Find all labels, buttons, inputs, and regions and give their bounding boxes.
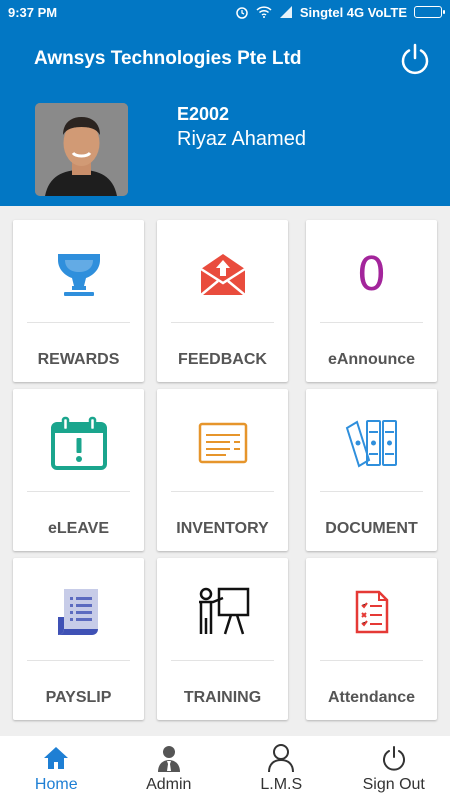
nav-label: Sign Out <box>362 776 425 793</box>
envelope-icon <box>199 254 246 296</box>
nav-lms[interactable]: L.M.S <box>225 736 338 800</box>
binders-icon <box>345 420 397 468</box>
tile-attendance[interactable]: Attendance <box>306 558 437 720</box>
profile-header: Awnsys Technologies Pte Ltd E2002 Riyaz … <box>0 24 450 206</box>
nav-admin[interactable]: Admin <box>113 736 226 800</box>
tile-payslip[interactable]: PAYSLIP <box>13 558 144 720</box>
tile-label: PAYSLIP <box>45 689 112 706</box>
tile-document[interactable]: DOCUMENT <box>306 389 437 551</box>
tile-label: FEEDBACK <box>178 351 267 368</box>
home-icon <box>44 747 69 769</box>
tile-label: REWARDS <box>37 351 120 368</box>
tile-inventory[interactable]: INVENTORY <box>157 389 288 551</box>
tile-divider <box>27 491 130 492</box>
tile-training[interactable]: TRAINING <box>157 558 288 720</box>
module-grid: REWARDS FEEDBACK 0 eAnnounce eLEAVE INVE… <box>0 206 450 736</box>
tile-label: TRAINING <box>183 689 262 706</box>
checklist-icon <box>355 590 388 634</box>
tile-label: eAnnounce <box>327 351 416 368</box>
status-time: 9:37 PM <box>8 4 58 20</box>
tile-feedback[interactable]: FEEDBACK <box>157 220 288 382</box>
avatar-image <box>35 103 128 196</box>
nav-label: Home <box>34 776 78 793</box>
tile-divider <box>320 491 423 492</box>
inventory-icon <box>198 422 247 464</box>
avatar <box>35 103 128 196</box>
tile-divider <box>27 322 130 323</box>
employee-id: E2002 <box>177 104 230 124</box>
tile-divider <box>171 491 274 492</box>
power-icon <box>382 746 405 771</box>
signal-icon <box>279 6 292 18</box>
tile-rewards[interactable]: REWARDS <box>13 220 144 382</box>
tile-label: eLEAVE <box>47 520 110 537</box>
tile-label: Attendance <box>327 689 416 706</box>
nav-label: Admin <box>146 776 192 793</box>
tile-divider <box>27 660 130 661</box>
tile-label: DOCUMENT <box>325 520 418 537</box>
nav-home[interactable]: Home <box>0 736 113 800</box>
employee-name: Riyaz Ahamed <box>177 128 306 150</box>
power-icon[interactable] <box>398 42 432 76</box>
payslip-icon <box>57 589 98 635</box>
person-icon <box>268 744 295 773</box>
carrier-label: Singtel 4G VoLTE <box>299 4 407 20</box>
tile-divider <box>320 660 423 661</box>
wifi-icon <box>256 6 272 18</box>
nav-label: L.M.S <box>260 776 303 793</box>
alarm-icon <box>236 7 248 19</box>
tile-eleave[interactable]: eLEAVE <box>13 389 144 551</box>
tile-divider <box>171 322 274 323</box>
status-icons: Singtel 4G VoLTE <box>235 4 445 20</box>
bottom-navigation: Home Admin L.M.S Sign Out <box>0 736 450 800</box>
admin-icon <box>157 746 180 772</box>
trainer-icon <box>198 587 249 635</box>
calendar-icon <box>50 416 107 470</box>
announcement-count: 0 <box>356 247 387 301</box>
status-bar: 9:37 PM Singtel 4G VoLTE <box>0 0 450 24</box>
company-name: Awnsys Technologies Pte Ltd <box>34 48 302 69</box>
nav-sign-out[interactable]: Sign Out <box>338 736 450 800</box>
tile-divider <box>320 322 423 323</box>
tile-label: INVENTORY <box>176 520 269 537</box>
battery-icon <box>414 6 445 18</box>
trophy-icon <box>57 254 100 296</box>
tile-eannounce[interactable]: 0 eAnnounce <box>306 220 437 382</box>
tile-divider <box>171 660 274 661</box>
